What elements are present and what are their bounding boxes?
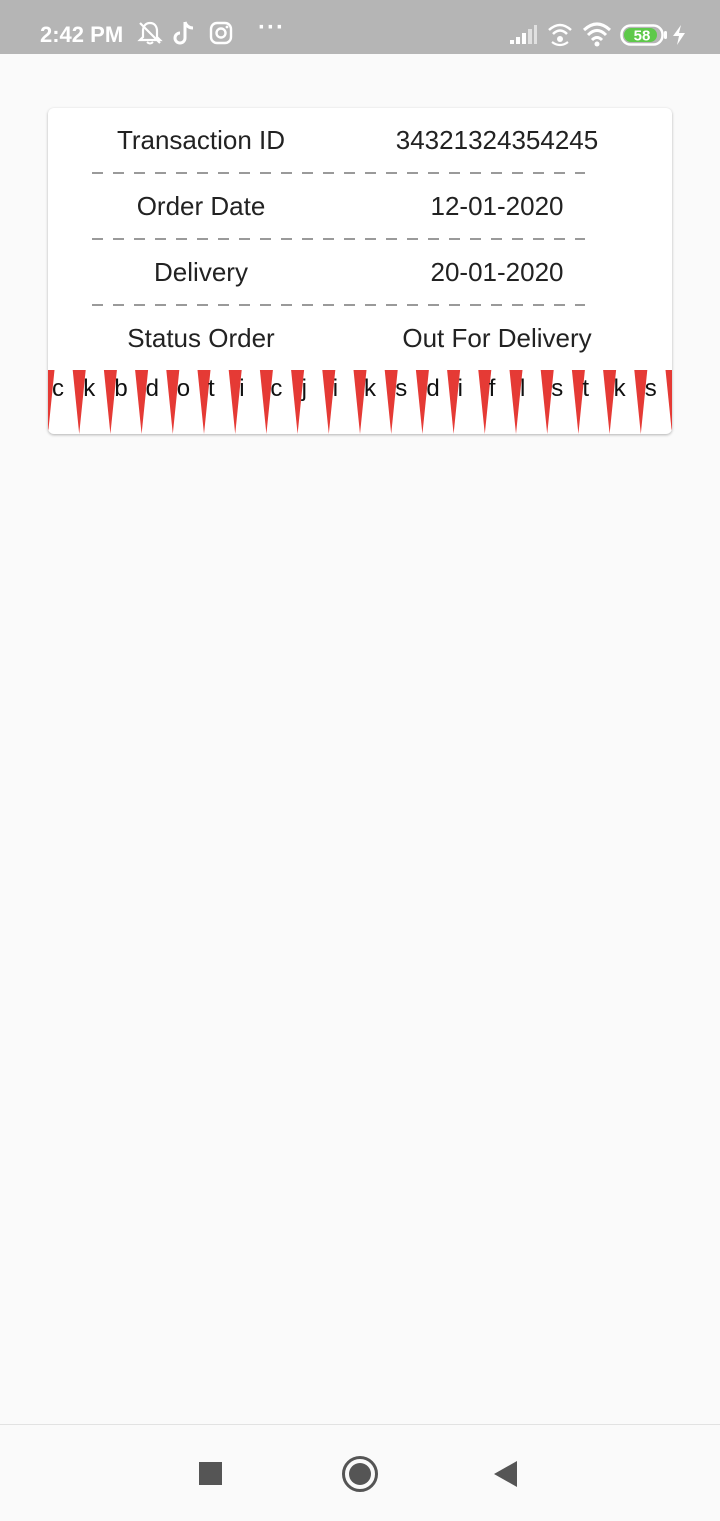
dashed-divider (92, 304, 585, 306)
status-time: 2:42 PM (40, 22, 124, 47)
edge-letter: k (83, 375, 96, 402)
edge-letter: d (426, 375, 439, 402)
notifications-off-icon (137, 20, 163, 51)
status-order-row: Status Order Out For Delivery (48, 318, 672, 358)
wifi-icon (582, 20, 612, 53)
status-bar: 2:42 PM ··· 58 (0, 0, 720, 54)
edge-letter: b (114, 375, 127, 402)
transaction-id-row: Transaction ID 34321324354245 (48, 120, 672, 160)
more-dots-icon: ··· (258, 14, 285, 41)
tiktok-icon (173, 20, 197, 51)
transaction-id-label: Transaction ID (116, 125, 286, 155)
edge-letter: s (645, 375, 657, 402)
edge-letter: c (270, 375, 282, 402)
charging-icon (671, 24, 687, 51)
edge-letter: d (146, 375, 159, 402)
recents-square-icon[interactable] (199, 1462, 223, 1491)
zigzag-tooth (665, 370, 672, 434)
delivery-label: Delivery (154, 257, 248, 287)
edge-letter: t (582, 375, 589, 402)
navigation-bar (0, 1424, 720, 1521)
dashed-divider (92, 238, 585, 240)
edge-letter: s (551, 375, 563, 402)
edge-letter: i (458, 375, 463, 402)
delivery-row: Delivery 20-01-2020 (48, 252, 672, 292)
battery-level: 58 (634, 28, 651, 45)
status-order-label: Status Order (127, 323, 275, 353)
transaction-id-value: 34321324354245 (395, 125, 599, 155)
instagram-icon (209, 21, 233, 50)
edge-letter: k (364, 375, 377, 402)
edge-letter: o (177, 375, 190, 402)
edge-letter: i (333, 375, 338, 402)
edge-letter: c (52, 375, 64, 402)
edge-letter: k (614, 375, 627, 402)
order-date-value: 12-01-2020 (430, 191, 564, 221)
edge-letter: f (489, 375, 496, 402)
back-triangle-icon[interactable] (493, 1460, 519, 1493)
battery-icon: 58 (620, 23, 668, 52)
hotspot-icon (546, 20, 574, 53)
dashed-divider (92, 172, 585, 174)
edge-letter: l (520, 375, 525, 402)
edge-letter: t (208, 375, 215, 402)
status-order-value: Out For Delivery (402, 323, 592, 353)
edge-letter: j (301, 375, 307, 402)
edge-letter: s (395, 375, 407, 402)
edge-letter: i (239, 375, 244, 402)
order-date-row: Order Date 12-01-2020 (48, 186, 672, 226)
ticket-zigzag-edge: ckbdoticjiksdiflstksckbf (48, 370, 672, 434)
signal-icon (508, 22, 538, 51)
delivery-value: 20-01-2020 (430, 257, 564, 287)
order-details-card: Transaction ID 34321324354245 Order Date… (48, 108, 672, 434)
home-circle-icon[interactable] (341, 1455, 379, 1498)
order-date-label: Order Date (136, 191, 266, 221)
